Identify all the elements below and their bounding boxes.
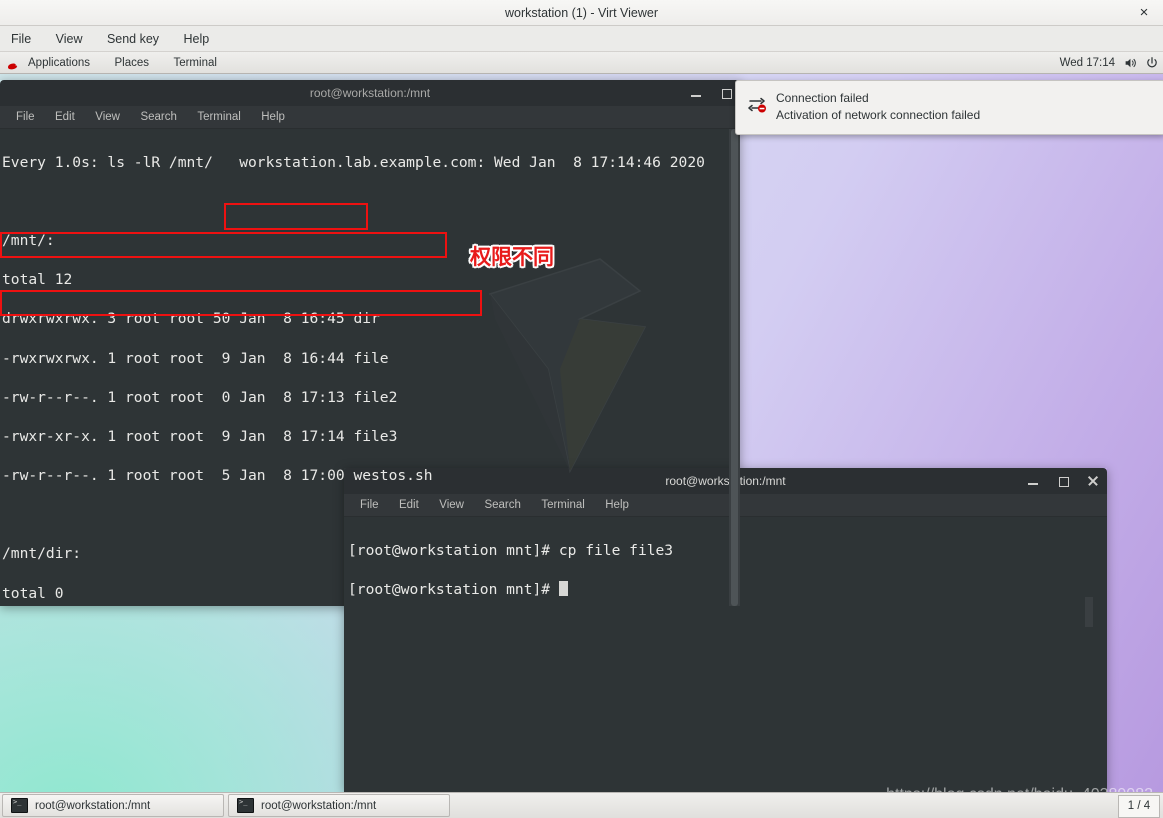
menu-item-send-key[interactable]: Send key: [98, 26, 168, 52]
term-line: [root@workstation mnt]#: [348, 580, 559, 598]
terminal-back-menu-edit[interactable]: Edit: [47, 106, 83, 128]
redhat-logo-icon: [6, 58, 20, 70]
taskbar-item-label: root@workstation:/mnt: [35, 799, 151, 812]
panel-terminal-item[interactable]: Terminal: [163, 52, 226, 74]
term-line: -rw-r--r--. 1 root root 0 Jan 8 17:13 fi…: [2, 388, 398, 406]
notification-popup[interactable]: Connection failed Activation of network …: [735, 80, 1163, 135]
panel-places-menu[interactable]: Places: [104, 52, 159, 74]
close-icon[interactable]: [1085, 473, 1101, 489]
term-line: /mnt/:: [2, 231, 55, 249]
terminal-front-scrollbar[interactable]: [1085, 597, 1093, 627]
terminal-back-menu-terminal[interactable]: Terminal: [189, 106, 248, 128]
power-icon[interactable]: [1145, 56, 1159, 70]
gnome-top-panel: Applications Places Terminal Wed 17:14: [0, 52, 1163, 74]
terminal-front-body[interactable]: [root@workstation mnt]# cp file file3 [r…: [344, 517, 1107, 792]
menu-item-view[interactable]: View: [47, 26, 92, 52]
terminal-back-window-buttons: [688, 80, 734, 106]
terminal-icon: [11, 798, 28, 813]
taskbar-item-1[interactable]: root@workstation:/mnt: [228, 794, 450, 817]
terminal-back-menu-file[interactable]: File: [8, 106, 43, 128]
term-line: [root@workstation mnt]# cp file file3: [348, 541, 674, 559]
taskbar: root@workstation:/mnt root@workstation:/…: [0, 792, 1163, 818]
terminal-icon: [237, 798, 254, 813]
terminal-back-title: root@workstation:/mnt: [309, 86, 431, 100]
window-title: workstation (1) - Virt Viewer: [504, 6, 659, 20]
panel-status-area: Wed 17:14: [1060, 52, 1159, 74]
term-line: -rwxrwxrwx. 1 root root 9 Jan 8 16:44 fi…: [2, 349, 389, 367]
term-line: drwxrwxrwx. 3 root root 50 Jan 8 16:45 d…: [2, 310, 380, 328]
annotation-note: 权限不同: [470, 245, 554, 269]
panel-clock[interactable]: Wed 17:14: [1060, 52, 1115, 74]
menu-item-file[interactable]: File: [2, 26, 40, 52]
virt-viewer-menubar: File View Send key Help: [0, 26, 1163, 52]
term-line: -rw-r--r--. 1 root root 5 Jan 8 17:00 we…: [2, 467, 433, 485]
notification-body: Activation of network connection failed: [776, 108, 981, 122]
terminal-back-menu-help[interactable]: Help: [253, 106, 293, 128]
virt-viewer-titlebar: workstation (1) - Virt Viewer ×: [0, 0, 1163, 26]
network-error-icon: [748, 95, 768, 115]
taskbar-item-label: root@workstation:/mnt: [261, 799, 377, 812]
term-line: Every 1.0s: ls -lR /mnt/ workstation.lab…: [2, 153, 705, 171]
term-line: [2, 192, 740, 212]
menu-item-help[interactable]: Help: [175, 26, 219, 52]
desktop: root@workstation:/mnt File Edit View Sea…: [0, 74, 1163, 792]
maximize-icon[interactable]: [1055, 473, 1071, 489]
terminal-back-scrollbar[interactable]: [729, 129, 740, 606]
terminal-back-titlebar[interactable]: root@workstation:/mnt: [0, 80, 740, 106]
volume-icon[interactable]: [1123, 56, 1137, 70]
minimize-icon[interactable]: [688, 85, 704, 101]
close-icon[interactable]: ×: [1131, 0, 1157, 26]
notification-title: Connection failed: [776, 91, 869, 105]
terminal-front-window-buttons: [1025, 468, 1101, 494]
minimize-icon[interactable]: [1025, 473, 1041, 489]
term-line: -rwxr-xr-x. 1 root root 9 Jan 8 17:14 fi…: [2, 427, 398, 445]
workspace-pager[interactable]: 1 / 4: [1118, 795, 1160, 818]
terminal-back-menu-search[interactable]: Search: [132, 106, 184, 128]
taskbar-item-0[interactable]: root@workstation:/mnt: [2, 794, 224, 817]
term-line: total 12: [2, 271, 73, 289]
terminal-cursor: [558, 580, 568, 596]
terminal-back-menu-view[interactable]: View: [87, 106, 128, 128]
panel-applications-menu[interactable]: Applications: [18, 52, 100, 74]
terminal-window-active[interactable]: root@workstation:/mnt File Edit View Sea…: [344, 468, 1107, 792]
screen: workstation (1) - Virt Viewer × File Vie…: [0, 0, 1163, 818]
terminal-back-menubar: File Edit View Search Terminal Help: [0, 106, 740, 129]
terminal-front-output: [root@workstation mnt]# cp file file3 [r…: [344, 517, 1107, 619]
maximize-icon[interactable]: [718, 85, 734, 101]
